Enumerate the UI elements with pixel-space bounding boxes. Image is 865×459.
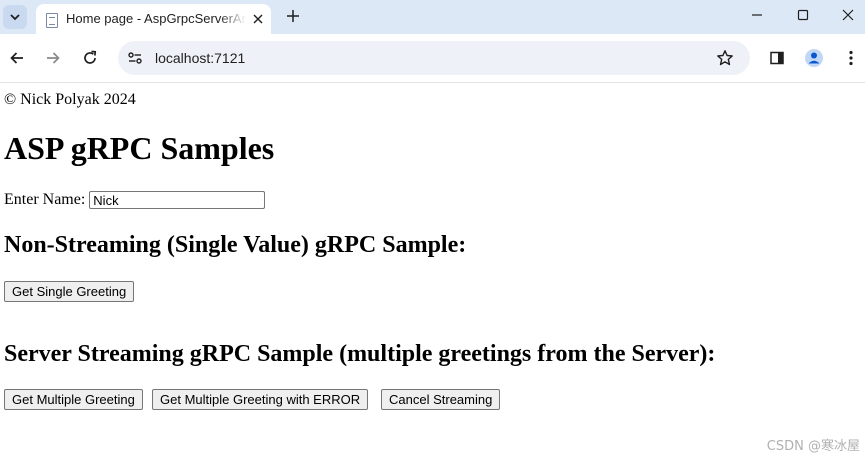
get-multiple-greeting-button[interactable]: Get Multiple Greeting <box>4 389 143 410</box>
name-row: Enter Name: <box>4 191 266 209</box>
forward-button[interactable] <box>43 48 63 68</box>
streaming-sample-heading: Server Streaming gRPC Sample (multiple g… <box>4 341 716 367</box>
plus-icon <box>287 10 299 22</box>
tab-search-button[interactable] <box>3 5 27 29</box>
active-tab[interactable]: Home page - AspGrpcServerAndClient <box>36 4 271 34</box>
new-tab-button[interactable] <box>283 6 303 26</box>
site-settings-icon <box>128 52 142 64</box>
reload-button[interactable] <box>80 48 100 68</box>
more-menu-button[interactable] <box>841 48 861 68</box>
bookmark-star-icon[interactable] <box>716 49 734 67</box>
chevron-down-icon <box>10 14 20 21</box>
page-content: © Nick Polyak 2024 ASP gRPC Samples Ente… <box>0 83 865 459</box>
profile-button[interactable] <box>804 48 824 68</box>
side-panel-icon <box>770 51 784 65</box>
reload-icon <box>84 50 97 64</box>
arrow-right-icon <box>47 52 60 64</box>
tab-title: Home page - AspGrpcServerAndClient <box>66 11 246 26</box>
watermark-text: CSDN @寒冰屋 <box>766 439 860 454</box>
maximize-button[interactable] <box>791 5 815 25</box>
profile-avatar-icon <box>805 49 823 67</box>
copyright-text: © Nick Polyak 2024 <box>4 91 136 108</box>
back-button[interactable] <box>7 48 27 68</box>
minimize-icon <box>752 14 762 16</box>
page-title: ASP gRPC Samples <box>4 130 275 166</box>
close-tab-button[interactable] <box>250 11 266 27</box>
cancel-streaming-button[interactable]: Cancel Streaming <box>381 389 501 410</box>
close-icon <box>842 9 854 21</box>
name-input[interactable] <box>89 191 266 209</box>
name-label: Enter Name: <box>4 191 86 208</box>
single-sample-heading: Non-Streaming (Single Value) gRPC Sample… <box>4 232 467 258</box>
get-multiple-greeting-error-button[interactable]: Get Multiple Greeting with ERROR <box>152 389 369 410</box>
page-icon <box>46 13 58 28</box>
close-window-button[interactable] <box>836 5 860 25</box>
browser-toolbar: localhost:7121 <box>0 34 865 83</box>
tab-strip: Home page - AspGrpcServerAndClient <box>0 0 865 34</box>
url-text: localhost:7121 <box>155 50 246 66</box>
minimize-button[interactable] <box>745 5 769 25</box>
close-icon <box>253 14 263 24</box>
side-panel-button[interactable] <box>767 48 787 68</box>
arrow-left-icon <box>10 52 23 64</box>
address-bar[interactable]: localhost:7121 <box>118 41 750 75</box>
get-single-greeting-button[interactable]: Get Single Greeting <box>4 281 135 302</box>
more-vertical-icon <box>849 50 853 66</box>
maximize-icon <box>797 9 809 21</box>
